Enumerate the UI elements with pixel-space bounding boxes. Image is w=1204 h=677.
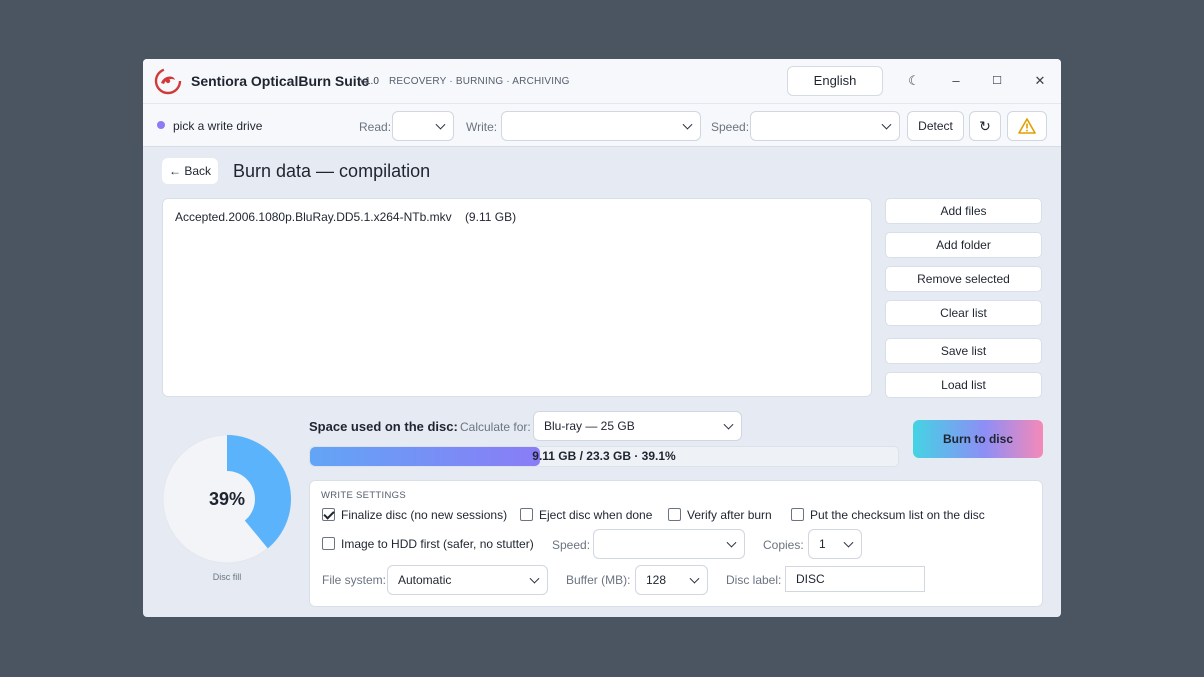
status-dot xyxy=(157,121,165,129)
remove-selected-button[interactable]: Remove selected xyxy=(885,266,1042,292)
app-title: Sentiora OpticalBurn Suite xyxy=(191,73,370,89)
load-list-button[interactable]: Load list xyxy=(885,372,1042,398)
close-icon[interactable]: ✕ xyxy=(1030,71,1050,91)
language-button[interactable]: English xyxy=(787,66,883,96)
copies-select[interactable]: 1 xyxy=(808,529,862,559)
disc-fill-caption: Disc fill xyxy=(212,572,242,582)
write-drive-select[interactable] xyxy=(501,111,701,141)
speed-label: Speed: xyxy=(711,120,750,134)
disc-fill-percent: 39% xyxy=(208,489,246,509)
checkbox-icon xyxy=(791,508,804,521)
buffer-value: 128 xyxy=(646,573,667,587)
burn-to-disc-button[interactable]: Burn to disc xyxy=(913,420,1043,458)
app-logo-icon xyxy=(154,67,182,95)
warning-button[interactable] xyxy=(1007,111,1047,141)
file-system-label: File system: xyxy=(322,573,387,587)
image-to-hdd-checkbox[interactable]: Image to HDD first (safer, no stutter) xyxy=(322,537,534,553)
buffer-label: Buffer (MB): xyxy=(566,573,631,587)
drive-toolbar: pick a write drive Read: Write: Speed: D… xyxy=(143,103,1061,147)
app-window: Sentiora OpticalBurn Suite v1.0 RECOVERY… xyxy=(143,59,1061,617)
chevron-down-icon xyxy=(723,419,734,430)
chevron-down-icon xyxy=(689,573,700,584)
app-version: v1.0 xyxy=(360,76,379,87)
save-list-button[interactable]: Save list xyxy=(885,338,1042,364)
disc-type-value: Blu-ray — 25 GB xyxy=(544,419,635,433)
list-item[interactable]: Accepted.2006.1080p.BluRay.DD5.1.x264-NT… xyxy=(175,210,516,224)
maximize-icon[interactable]: ☐ xyxy=(987,71,1007,91)
add-files-button[interactable]: Add files xyxy=(885,198,1042,224)
write-label: Write: xyxy=(466,120,498,134)
write-settings-panel: WRITE SETTINGS Finalize disc (no new ses… xyxy=(309,480,1043,607)
checkbox-icon xyxy=(322,537,335,550)
eject-disc-checkbox[interactable]: Eject disc when done xyxy=(520,508,652,524)
chevron-down-icon xyxy=(843,537,854,548)
chevron-down-icon xyxy=(881,119,892,130)
detect-button[interactable]: Detect xyxy=(907,111,964,141)
buffer-select[interactable]: 128 xyxy=(635,565,708,595)
checkbox-icon xyxy=(668,508,681,521)
checksum-list-label: Put the checksum list on the disc xyxy=(810,508,985,522)
disc-label-input[interactable]: DISC xyxy=(785,566,925,592)
app-tagline: RECOVERY · BURNING · ARCHIVING xyxy=(389,76,570,87)
eject-disc-label: Eject disc when done xyxy=(539,508,653,522)
space-progress-bar: 9.11 GB / 23.3 GB · 39.1% xyxy=(309,446,899,467)
disc-type-select[interactable]: Blu-ray — 25 GB xyxy=(533,411,742,441)
page-title: Burn data — compilation xyxy=(233,161,431,181)
read-drive-select[interactable] xyxy=(392,111,454,141)
write-speed-select[interactable] xyxy=(593,529,745,559)
finalize-disc-label: Finalize disc (no new sessions) xyxy=(341,508,508,522)
clear-list-button[interactable]: Clear list xyxy=(885,300,1042,326)
add-folder-button[interactable]: Add folder xyxy=(885,232,1042,258)
drive-status-text: pick a write drive xyxy=(173,119,263,133)
refresh-icon[interactable]: ↻ xyxy=(969,111,1001,141)
file-name: Accepted.2006.1080p.BluRay.DD5.1.x264-NT… xyxy=(175,210,452,224)
space-progress-text: 9.11 GB / 23.3 GB · 39.1% xyxy=(532,449,676,463)
file-list[interactable]: Accepted.2006.1080p.BluRay.DD5.1.x264-NT… xyxy=(162,198,872,397)
checkbox-checked-icon xyxy=(322,508,335,521)
disc-fill-chart: 39% xyxy=(162,434,292,564)
calculate-for-label: Calculate for: xyxy=(460,420,531,434)
chevron-down-icon xyxy=(435,119,446,130)
image-to-hdd-label: Image to HDD first (safer, no stutter) xyxy=(341,537,534,551)
file-size: (9.11 GB) xyxy=(464,210,517,224)
chevron-down-icon xyxy=(529,573,540,584)
read-label: Read: xyxy=(359,120,392,134)
write-speed-label: Speed: xyxy=(552,538,591,552)
toolbar-speed-select[interactable] xyxy=(750,111,900,141)
chevron-down-icon xyxy=(682,119,693,130)
minimize-icon[interactable]: – xyxy=(946,71,966,91)
title-bar: Sentiora OpticalBurn Suite v1.0 RECOVERY… xyxy=(143,59,1061,103)
file-system-value: Automatic xyxy=(398,573,452,587)
file-system-select[interactable]: Automatic xyxy=(387,565,548,595)
checkbox-icon xyxy=(520,508,533,521)
space-used-label: Space used on the disc: xyxy=(309,419,458,434)
disc-label-label: Disc label: xyxy=(726,573,782,587)
checksum-list-checkbox[interactable]: Put the checksum list on the disc xyxy=(791,508,985,524)
write-settings-header: WRITE SETTINGS xyxy=(321,490,406,501)
chevron-down-icon xyxy=(726,537,737,548)
verify-after-burn-label: Verify after burn xyxy=(687,508,772,522)
copies-label: Copies: xyxy=(763,538,804,552)
warning-icon xyxy=(1018,118,1036,134)
back-button[interactable]: ← Back xyxy=(162,158,218,184)
finalize-disc-checkbox[interactable]: Finalize disc (no new sessions) xyxy=(322,508,507,524)
verify-after-burn-checkbox[interactable]: Verify after burn xyxy=(668,508,772,524)
theme-toggle-icon[interactable]: ☾ xyxy=(904,71,924,91)
copies-value: 1 xyxy=(819,537,826,551)
